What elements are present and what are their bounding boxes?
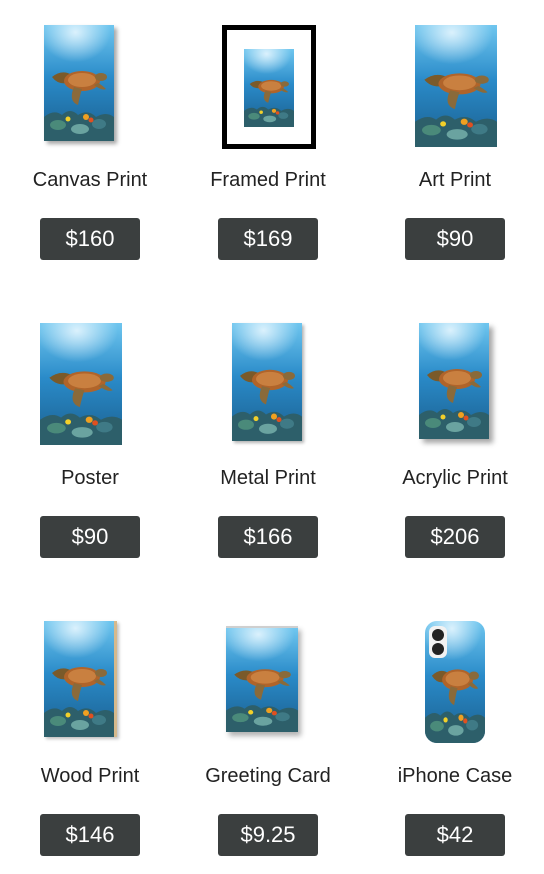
price-button[interactable]: $90 (40, 516, 140, 558)
product-card-acrylic-print[interactable]: Acrylic Print $206 (365, 320, 544, 560)
sea-turtle-artwork-icon[interactable] (40, 323, 122, 445)
product-card-wood-print[interactable]: Wood Print $146 (0, 618, 180, 858)
product-card-framed-print[interactable]: Framed Print $169 (178, 22, 358, 262)
sea-turtle-artwork-icon[interactable] (419, 323, 489, 439)
product-grid: Canvas Print $160 Framed Print $169 Art … (0, 0, 544, 874)
product-label: Acrylic Print (402, 467, 508, 489)
camera-module-icon (429, 626, 447, 658)
price-button[interactable]: $90 (405, 218, 505, 260)
sea-turtle-artwork-icon[interactable] (44, 25, 114, 141)
price-button[interactable]: $9.25 (218, 814, 318, 856)
product-label: Canvas Print (32, 169, 148, 191)
product-card-iphone-case[interactable]: iPhone Case $42 (365, 618, 544, 858)
product-card-poster[interactable]: Poster $90 (0, 320, 180, 560)
product-label: iPhone Case (397, 765, 513, 787)
product-card-canvas-print[interactable]: Canvas Print $160 (0, 22, 180, 262)
product-card-metal-print[interactable]: Metal Print $166 (178, 320, 358, 560)
product-label: Art Print (418, 169, 492, 191)
sea-turtle-artwork-icon[interactable] (415, 25, 497, 147)
price-button[interactable]: $166 (218, 516, 318, 558)
product-label: Greeting Card (205, 765, 331, 787)
product-label: Framed Print (210, 169, 326, 191)
product-card-greeting-card[interactable]: Greeting Card $9.25 (178, 618, 358, 858)
product-card-art-print[interactable]: Art Print $90 (365, 22, 544, 262)
sea-turtle-artwork-icon[interactable] (44, 621, 117, 737)
price-button[interactable]: $206 (405, 516, 505, 558)
sea-turtle-artwork-icon[interactable] (226, 626, 298, 732)
product-label: Metal Print (220, 467, 316, 489)
phone-case-icon[interactable] (425, 621, 485, 743)
picture-frame-icon[interactable] (222, 25, 316, 149)
price-button[interactable]: $42 (405, 814, 505, 856)
price-button[interactable]: $146 (40, 814, 140, 856)
product-label: Poster (61, 467, 119, 489)
price-button[interactable]: $160 (40, 218, 140, 260)
sea-turtle-artwork-icon (244, 49, 294, 127)
product-label: Wood Print (40, 765, 140, 787)
sea-turtle-artwork-icon[interactable] (232, 323, 302, 441)
price-button[interactable]: $169 (218, 218, 318, 260)
